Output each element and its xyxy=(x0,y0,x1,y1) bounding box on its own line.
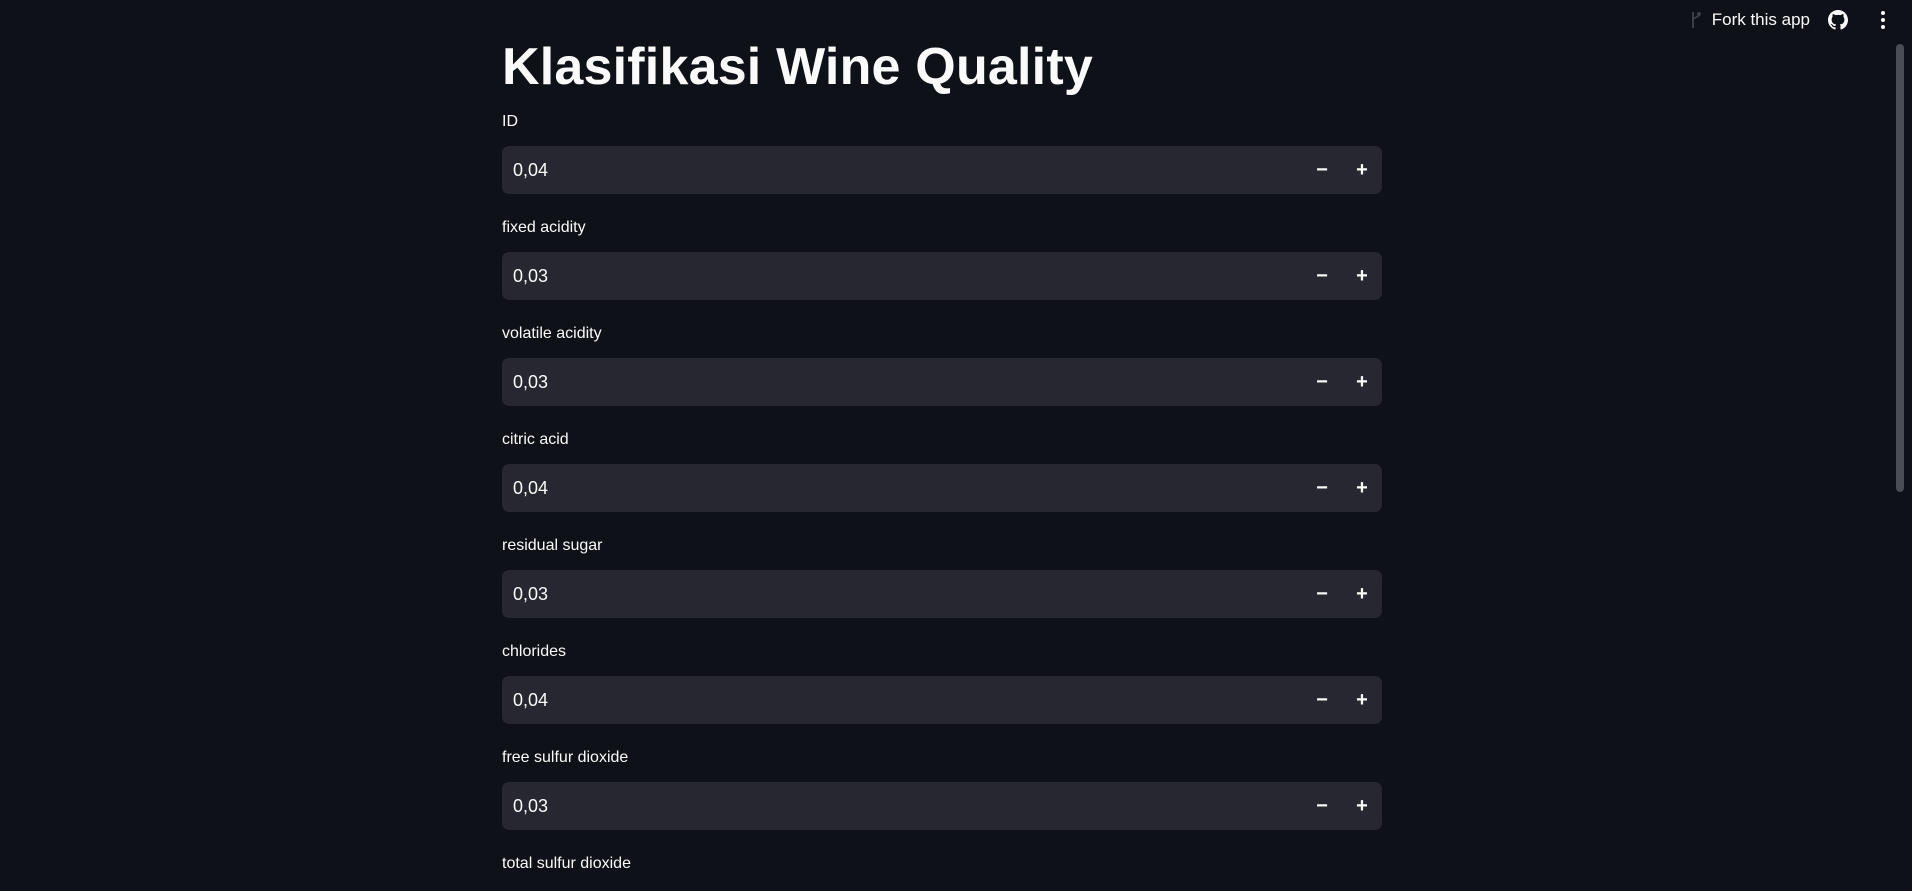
field-residual-sugar: residual sugar − + xyxy=(502,536,1382,619)
number-input: − + xyxy=(502,357,1382,407)
kebab-menu-icon[interactable] xyxy=(1880,10,1886,30)
field-label: total sulfur dioxide xyxy=(502,855,631,872)
toolbar: Fork this app xyxy=(1690,0,1912,40)
field-citric-acid: citric acid − + xyxy=(502,430,1382,513)
field-free-sulfur-dioxide: free sulfur dioxide − + xyxy=(502,748,1382,831)
number-input-value[interactable] xyxy=(502,357,1302,407)
minus-icon[interactable]: − xyxy=(1302,358,1342,406)
number-input: − + xyxy=(502,463,1382,513)
field-id: ID − + xyxy=(502,112,1382,195)
field-label: free sulfur dioxide xyxy=(502,749,629,766)
plus-icon[interactable]: + xyxy=(1342,676,1382,724)
fork-icon xyxy=(1690,11,1704,29)
number-input: − + xyxy=(502,569,1382,619)
minus-icon[interactable]: − xyxy=(1302,782,1342,830)
field-label: fixed acidity xyxy=(502,219,586,236)
field-label: volatile acidity xyxy=(502,325,602,342)
scrollbar-thumb[interactable] xyxy=(1896,44,1904,492)
github-icon[interactable] xyxy=(1828,10,1848,30)
minus-icon[interactable]: − xyxy=(1302,146,1342,194)
plus-icon[interactable]: + xyxy=(1342,782,1382,830)
plus-icon[interactable]: + xyxy=(1342,358,1382,406)
plus-icon[interactable]: + xyxy=(1342,464,1382,512)
fork-app-label: Fork this app xyxy=(1711,10,1810,29)
field-label: ID xyxy=(502,113,518,130)
page-title: Klasifikasi Wine Quality xyxy=(502,38,1093,96)
number-input-value[interactable] xyxy=(502,251,1302,301)
main-content: Klasifikasi Wine Quality ID − + fixed ac… xyxy=(502,0,1382,888)
number-input: − + xyxy=(502,675,1382,725)
minus-icon[interactable]: − xyxy=(1302,570,1342,618)
field-label: residual sugar xyxy=(502,537,603,554)
plus-icon[interactable]: + xyxy=(1342,252,1382,300)
number-input-value[interactable] xyxy=(502,781,1302,831)
field-label: citric acid xyxy=(502,431,569,448)
fork-app-button[interactable]: Fork this app xyxy=(1690,10,1810,30)
plus-icon[interactable]: + xyxy=(1342,146,1382,194)
field-label: chlorides xyxy=(502,643,567,660)
field-chlorides: chlorides − + xyxy=(502,642,1382,725)
form-fields: ID − + fixed acidity − + volatile acidit… xyxy=(502,112,1382,874)
minus-icon[interactable]: − xyxy=(1302,464,1342,512)
field-fixed-acidity: fixed acidity − + xyxy=(502,218,1382,301)
app-root: Fork this app Klasifikasi Wine Quality I… xyxy=(0,0,1912,891)
number-input-value[interactable] xyxy=(502,569,1302,619)
number-input-value[interactable] xyxy=(502,145,1302,195)
minus-icon[interactable]: − xyxy=(1302,252,1342,300)
plus-icon[interactable]: + xyxy=(1342,570,1382,618)
minus-icon[interactable]: − xyxy=(1302,676,1342,724)
number-input-value[interactable] xyxy=(502,463,1302,513)
field-volatile-acidity: volatile acidity − + xyxy=(502,324,1382,407)
number-input: − + xyxy=(502,781,1382,831)
number-input: − + xyxy=(502,145,1382,195)
number-input: − + xyxy=(502,251,1382,301)
number-input-value[interactable] xyxy=(502,675,1302,725)
field-total-sulfur-dioxide: total sulfur dioxide xyxy=(502,854,1382,874)
scrollbar[interactable] xyxy=(1896,44,1904,492)
